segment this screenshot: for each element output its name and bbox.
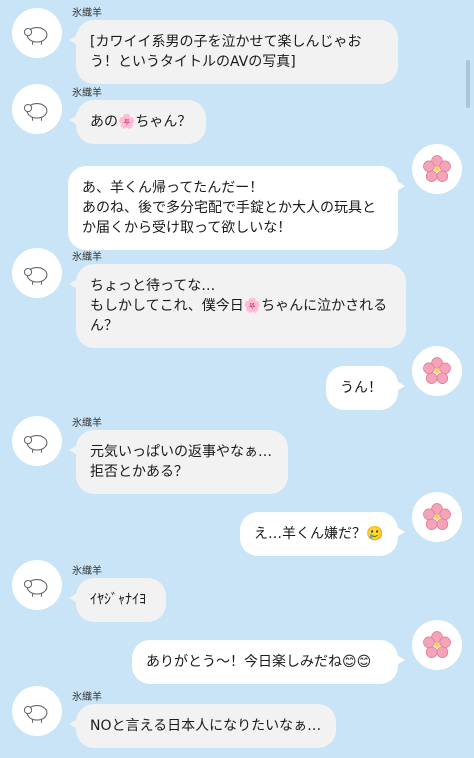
cherry-blossom-icon [423, 357, 451, 384]
flower-avatar[interactable] [412, 620, 462, 670]
sheep-avatar[interactable] [12, 416, 62, 466]
scrollbar[interactable] [466, 60, 470, 108]
message-bubble[interactable]: [カワイイ系男の子を泣かせて楽しんじゃおう！というタイトルのAVの写真] [69, 20, 398, 84]
sheep-icon [23, 435, 48, 453]
cherry-blossom-icon [423, 631, 451, 658]
sheep-avatar[interactable] [12, 686, 62, 736]
sheep-icon [23, 705, 48, 723]
chat-view[interactable]: 氷織羊 [カワイイ系男の子を泣かせて楽しんじゃおう！というタイトルのAVの写真]… [0, 0, 474, 758]
sheep-avatar[interactable] [12, 84, 62, 134]
flower-avatar[interactable] [412, 346, 462, 396]
cherry-blossom-icon [423, 503, 451, 530]
cherry-blossom-icon [423, 155, 451, 182]
sender-name: 氷織羊 [72, 692, 102, 703]
sheep-icon [23, 103, 48, 121]
sender-name: 氷織羊 [72, 252, 102, 263]
sheep-avatar[interactable] [12, 560, 62, 610]
message-bubble[interactable]: あ、羊くん帰ってたんだー！ あのね、後で多分宅配で手錠とか大人の玩具とか届くから… [68, 166, 405, 250]
sender-name: 氷織羊 [72, 418, 102, 429]
sender-name: 氷織羊 [72, 8, 102, 19]
sheep-avatar[interactable] [12, 8, 62, 58]
sender-name: 氷織羊 [72, 566, 102, 577]
sender-name: 氷織羊 [72, 88, 102, 99]
message-bubble[interactable]: ｲﾔｼﾞｬﾅｲﾖ [69, 578, 166, 622]
message-bubble[interactable]: ありがとう〜！今日楽しみだね😊😊 [132, 640, 405, 684]
message-bubble[interactable]: あの🌸ちゃん？ [69, 100, 206, 144]
message-bubble[interactable]: NOと言える日本人になりたいなぁ… [69, 704, 336, 748]
flower-avatar[interactable] [412, 492, 462, 542]
message-bubble[interactable]: 元気いっぱいの返事やなぁ… 拒否とかある？ [69, 430, 288, 494]
message-bubble[interactable]: うん！ [326, 366, 405, 410]
sheep-icon [23, 27, 48, 45]
message-bubble[interactable]: え…羊くん嫌だ？🥲 [240, 512, 405, 556]
flower-avatar[interactable] [412, 144, 462, 194]
sheep-icon [23, 267, 48, 285]
sheep-avatar[interactable] [12, 248, 62, 298]
sheep-icon [23, 579, 48, 597]
message-bubble[interactable]: ちょっと待ってな… もしかしてこれ、僕今日🌸ちゃんに泣かされるん？ [69, 264, 406, 348]
